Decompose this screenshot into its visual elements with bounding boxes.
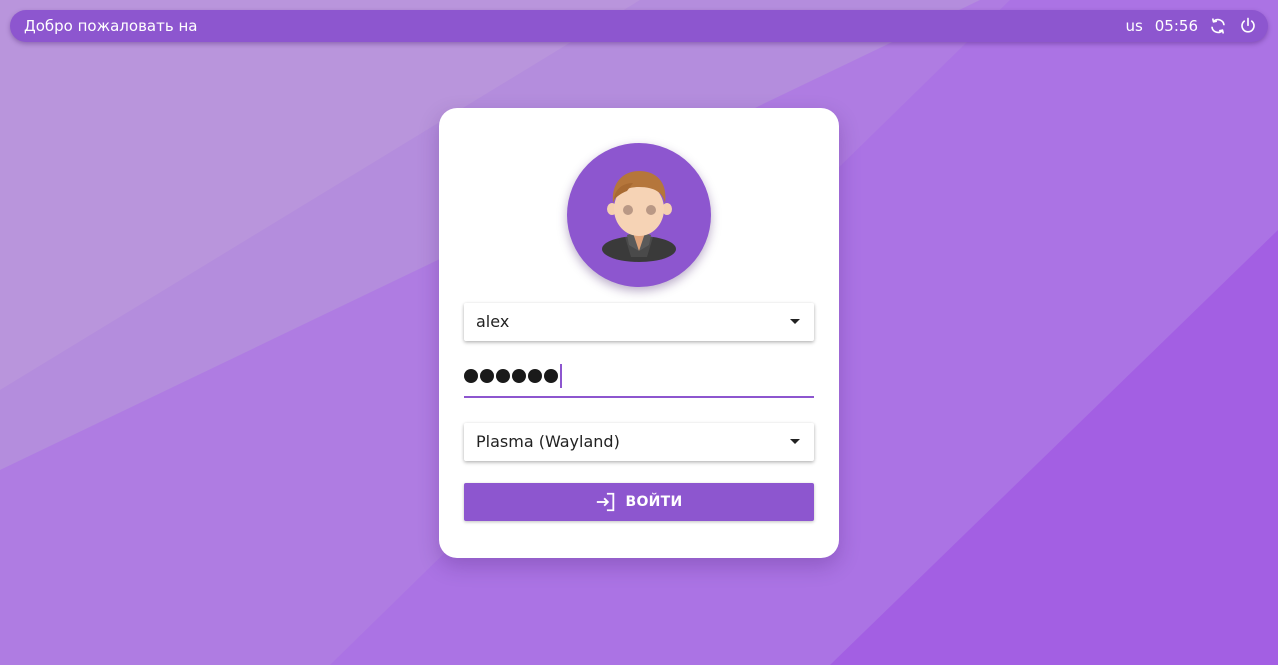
- user-select-value: alex: [476, 312, 510, 331]
- login-button[interactable]: ВОЙТИ: [464, 483, 814, 521]
- welcome-text: Добро пожаловать на: [24, 17, 198, 35]
- password-dot: [480, 369, 494, 383]
- password-dot: [528, 369, 542, 383]
- password-dot: [464, 369, 478, 383]
- login-card: alex Plasma (Wayland) ВОЙТИ: [439, 108, 839, 558]
- chevron-down-icon: [790, 439, 800, 444]
- password-dot: [544, 369, 558, 383]
- password-mask: [464, 361, 562, 391]
- clock: 05:56: [1154, 17, 1198, 35]
- password-input[interactable]: [464, 358, 814, 398]
- system-tray: us 05:56: [1125, 10, 1258, 42]
- login-icon: [595, 491, 617, 513]
- avatar-person-icon: [602, 171, 676, 262]
- user-avatar: [567, 143, 711, 287]
- password-dot: [512, 369, 526, 383]
- top-bar: Добро пожаловать на us 05:56: [10, 10, 1268, 42]
- chevron-down-icon: [790, 319, 800, 324]
- power-icon[interactable]: [1238, 16, 1258, 36]
- session-select-value: Plasma (Wayland): [476, 432, 620, 451]
- keyboard-layout-indicator[interactable]: us: [1125, 10, 1142, 42]
- login-button-label: ВОЙТИ: [625, 494, 683, 510]
- text-caret: [560, 364, 562, 388]
- user-select[interactable]: alex: [464, 303, 814, 341]
- restart-icon[interactable]: [1208, 16, 1228, 36]
- session-select[interactable]: Plasma (Wayland): [464, 423, 814, 461]
- password-dot: [496, 369, 510, 383]
- login-screen: Добро пожаловать на us 05:56 alex Plasma…: [0, 0, 1278, 665]
